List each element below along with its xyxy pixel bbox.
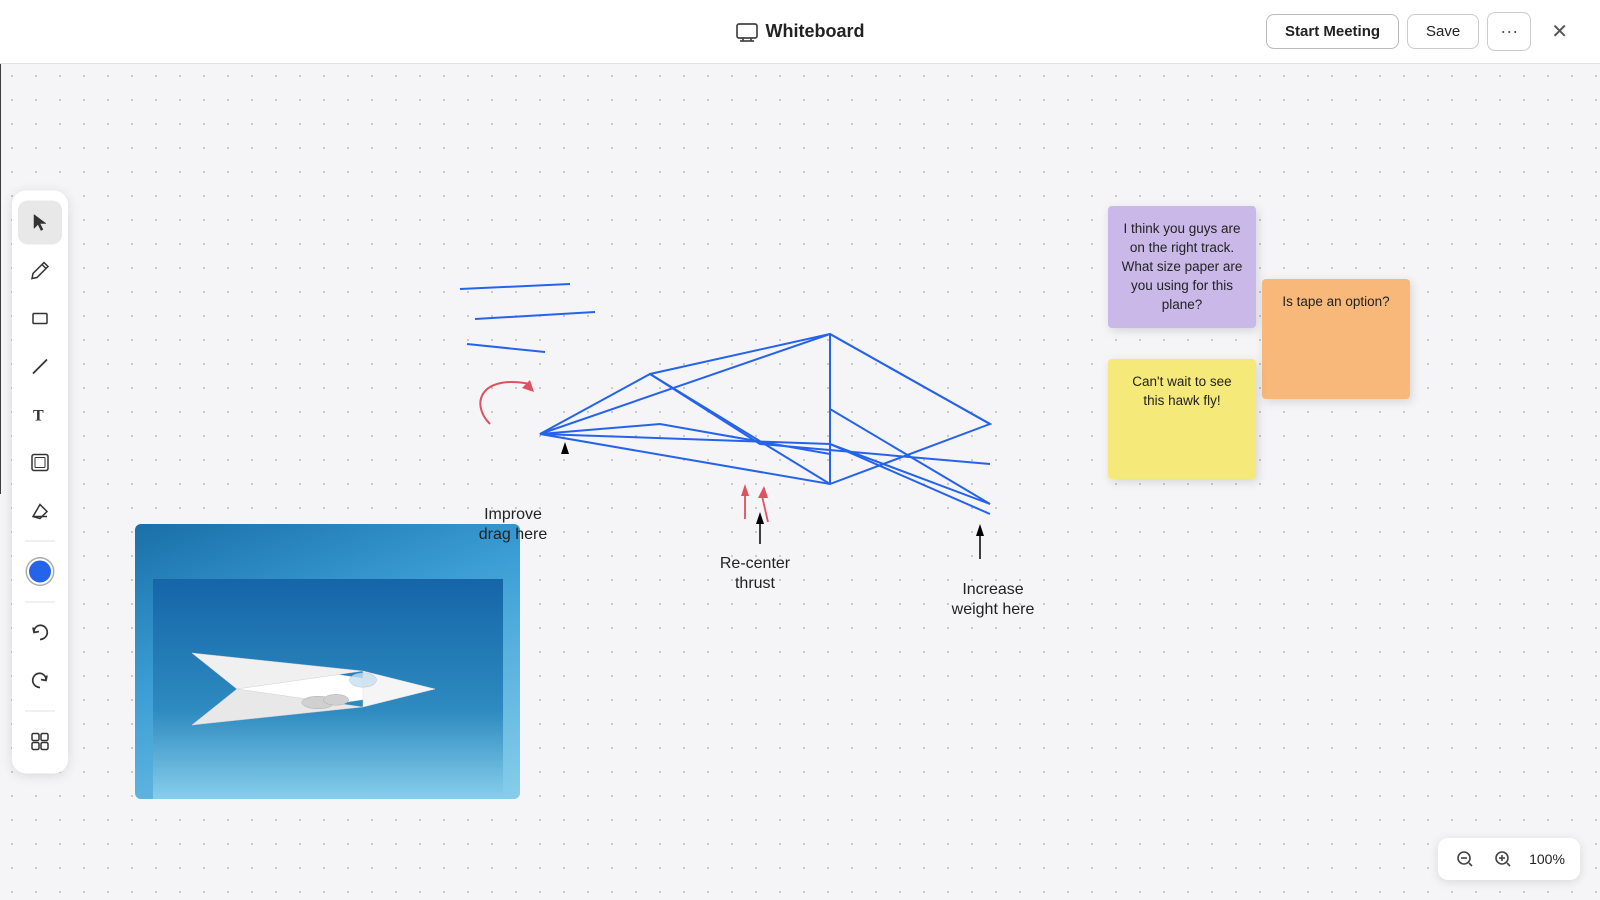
rect-tool[interactable] <box>18 297 62 341</box>
recenter-thrust-arrows <box>741 484 768 522</box>
header-actions: Start Meeting Save ··· ✕ <box>1266 11 1580 52</box>
toolbar-divider-2 <box>25 602 55 603</box>
title-text: Whiteboard <box>766 21 865 42</box>
redo-icon <box>30 671 50 691</box>
sticky-note-purple-text: I think you guys are on the right track.… <box>1122 221 1243 312</box>
color-dot <box>27 559 53 585</box>
zoom-level: 100% <box>1526 851 1568 867</box>
eraser-tool[interactable] <box>18 489 62 533</box>
start-meeting-button[interactable]: Start Meeting <box>1266 14 1399 49</box>
eraser-icon <box>30 501 50 521</box>
text-icon: T <box>30 405 50 425</box>
canvas: T <box>0 64 1600 900</box>
recenter-label2: thrust <box>735 575 776 592</box>
recenter-label1: Re-center <box>720 555 791 572</box>
more-tools-icon <box>30 732 50 752</box>
more-options-button[interactable]: ··· <box>1487 12 1531 51</box>
header-title: Whiteboard <box>736 21 865 43</box>
line-tool[interactable] <box>18 345 62 389</box>
zoom-out-button[interactable] <box>1450 844 1480 874</box>
undo-icon <box>30 623 50 643</box>
pen-icon <box>30 261 50 281</box>
toolbar-divider-3 <box>25 711 55 712</box>
more-tools-button[interactable] <box>18 720 62 764</box>
svg-text:T: T <box>33 408 44 425</box>
pen-tool[interactable] <box>18 249 62 293</box>
increase-weight-label2: weight here <box>951 601 1035 618</box>
drag-label-arrowhead <box>561 442 569 454</box>
toolbar: T <box>12 191 68 774</box>
whiteboard-icon <box>736 21 758 43</box>
sticky-note-orange-text: Is tape an option? <box>1282 294 1389 309</box>
sticky-note-yellow-text: Can't wait to see this hawk fly! <box>1132 374 1231 408</box>
frame-tool[interactable] <box>18 441 62 485</box>
thrust-label-arrowhead <box>756 512 764 524</box>
paper-plane-drawing <box>460 284 990 514</box>
zoom-in-button[interactable] <box>1488 844 1518 874</box>
color-picker[interactable] <box>18 550 62 594</box>
frame-icon <box>30 453 50 473</box>
zoom-controls: 100% <box>1438 838 1580 880</box>
line-icon <box>30 357 50 377</box>
undo-button[interactable] <box>18 611 62 655</box>
increase-weight-label1: Increase <box>962 581 1023 598</box>
plane-photo <box>135 524 520 799</box>
toolbar-divider <box>25 541 55 542</box>
close-button[interactable]: ✕ <box>1539 11 1580 52</box>
redo-button[interactable] <box>18 659 62 703</box>
zoom-out-icon <box>1456 850 1474 868</box>
save-button[interactable]: Save <box>1407 14 1479 49</box>
header: Whiteboard Start Meeting Save ··· ✕ <box>0 0 1600 64</box>
plane-drawing <box>153 579 503 799</box>
improve-drag-arrow <box>480 380 534 424</box>
cursor-icon <box>30 213 50 233</box>
sticky-note-yellow[interactable]: Can't wait to see this hawk fly! <box>1108 359 1256 479</box>
sticky-note-orange[interactable]: Is tape an option? <box>1262 279 1410 399</box>
rect-icon <box>30 309 50 329</box>
zoom-in-icon <box>1494 850 1512 868</box>
select-tool[interactable] <box>18 201 62 245</box>
weight-label-arrowhead <box>976 524 984 536</box>
improve-drag-label: Improve <box>484 506 542 523</box>
text-tool[interactable]: T <box>18 393 62 437</box>
sticky-note-purple[interactable]: I think you guys are on the right track.… <box>1108 206 1256 328</box>
